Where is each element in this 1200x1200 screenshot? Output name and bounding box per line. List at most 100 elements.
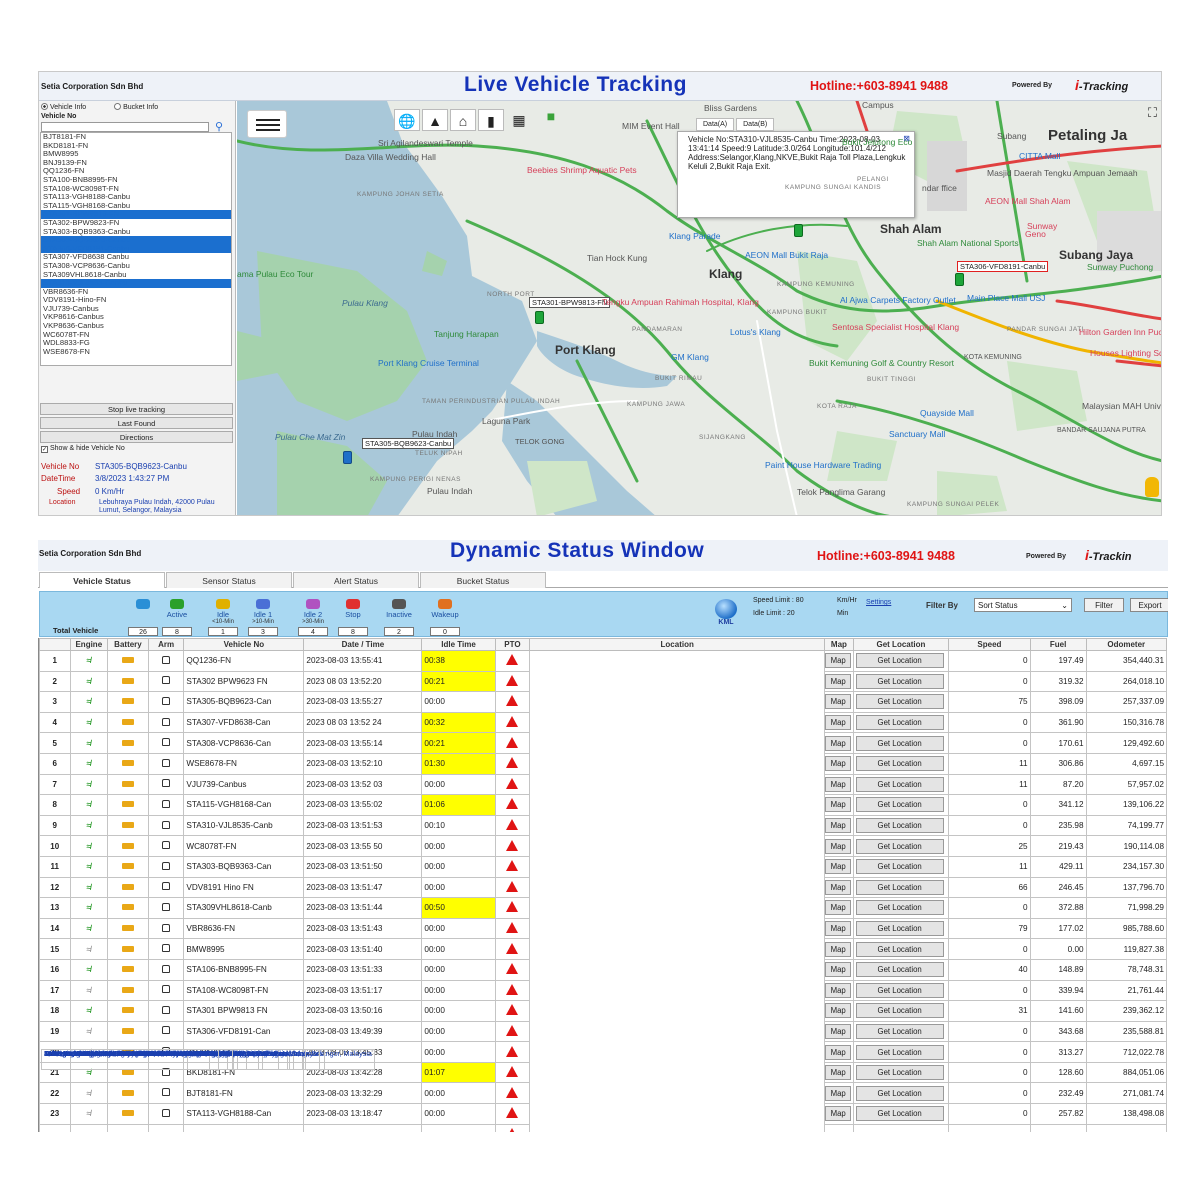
vehicle-list-item[interactable]: QQ1236-FN — [41, 167, 231, 176]
get-location-button[interactable]: Get Location — [855, 1044, 944, 1060]
get-location-button[interactable]: Get Location — [855, 1085, 944, 1101]
map-button[interactable]: Map — [825, 1003, 852, 1019]
vehicle-list-item[interactable]: STA309VHL8618-Canbu — [41, 271, 231, 280]
get-location-button[interactable]: Get Location — [855, 1003, 944, 1019]
map-button[interactable]: Map — [825, 900, 852, 916]
get-location-button[interactable]: Get Location — [855, 962, 944, 978]
stop-live-tracking-button[interactable]: Stop live tracking — [40, 403, 233, 415]
vehicle-list-item[interactable]: STA305-BQB9623-Canbu — [41, 236, 231, 245]
get-location-button[interactable]: Get Location — [855, 756, 944, 772]
vehicle-list-item[interactable]: STA307-VFD8638 Canbu — [41, 253, 231, 262]
table-row[interactable]: 3 ≉ STA305-BQB9623-Can 2023-08-03 13:55:27 0… — [39, 691, 1168, 1070]
vehicle-list-item[interactable]: STA301-BPW9813-FN — [41, 210, 231, 219]
vehicle-list-item[interactable]: VDV8191-Hino-FN — [41, 296, 231, 305]
export-button[interactable]: Export — [1130, 598, 1168, 612]
get-location-button[interactable]: Get Location — [855, 838, 944, 854]
status-stop-icon[interactable] — [346, 599, 360, 609]
map-button[interactable]: Map — [825, 776, 852, 792]
settings-link[interactable]: Settings — [866, 599, 891, 606]
vehicle-list-item[interactable]: STA308-VCP8636-Canbu — [41, 262, 231, 271]
vehicle-list-item[interactable]: STA306-VFD8191-Canbu — [41, 244, 231, 254]
status-active-icon[interactable] — [170, 599, 184, 609]
map-button[interactable]: Map — [825, 921, 852, 937]
table-row[interactable]: 23 ≉ STA113-VGH8188-Can 2023-08-03 13:18:47… — [39, 1049, 1168, 1125]
street-view-icon[interactable] — [1145, 477, 1159, 497]
get-location-button[interactable]: Get Location — [855, 982, 944, 998]
kml-button[interactable]: KML — [713, 599, 739, 629]
vehicle-list-item[interactable]: STA100-BNB8995-FN — [41, 176, 231, 185]
status-idle-icon[interactable] — [216, 599, 230, 609]
radio-vehicle-info[interactable] — [41, 103, 48, 110]
vehicle-list-item[interactable]: VJU739-Canbus — [41, 305, 231, 314]
tab-alert-status[interactable]: Alert Status — [293, 572, 419, 588]
map-button[interactable]: Map — [825, 982, 852, 998]
vehicle-list-item[interactable]: BKD8181-FN — [41, 142, 231, 151]
table-row[interactable]: 12 ≉ VDV8191 Hino FN 2023-08-03 13:51:47 00:… — [39, 876, 1168, 1070]
table-row[interactable]: 19 ≉ STA306-VFD8191-Can 2023-08-03 13:49:39… — [39, 1020, 1168, 1070]
home-icon[interactable]: ⌂ — [450, 109, 476, 131]
vehicle-list-item[interactable]: STA115-VGH8168-Canbu — [41, 202, 231, 211]
status-inactive-icon[interactable] — [392, 599, 406, 609]
filter-button[interactable]: Filter — [1084, 598, 1124, 612]
vehicle-list-item[interactable]: BNJ9139-FN — [41, 159, 231, 168]
table-row[interactable]: 17 ≉ STA108-WC8098T-FN 2023-08-03 13:51:17 0… — [39, 979, 1168, 1070]
vehicle-list-item[interactable]: STA303-BQB9363-Canbu — [41, 228, 231, 237]
vehicle-marker-sta310[interactable] — [794, 224, 803, 237]
get-location-button[interactable]: Get Location — [855, 900, 944, 916]
get-location-button[interactable]: Get Location — [855, 921, 944, 937]
map-button[interactable]: Map — [825, 756, 852, 772]
table-row[interactable]: 1 ≉ QQ1236-FN 2023-08-03 13:55:41 00:38 Selan… — [39, 650, 1168, 1070]
globe-icon[interactable]: 🌐 — [394, 109, 420, 131]
map-view[interactable]: 🌐 ▲ ⌂ ▮ ▦ ■ ⛶ Data(A) Data(B) ⊠ Vehicle N… — [237, 101, 1161, 515]
get-location-button[interactable]: Get Location — [855, 859, 944, 875]
table-row[interactable]: 7 ≉ VJU739-Canbus 2023-08-03 13:52 03 00:00 3… — [39, 773, 1168, 1070]
table-row[interactable]: 16 ≉ STA106-BNB8995-FN 2023-08-03 13:51:33 0… — [39, 958, 1168, 1070]
table-row[interactable]: 2 ≉ STA302 BPW9623 FN 2023 08 03 13:52:20 00… — [39, 670, 1168, 1070]
layers-icon[interactable]: ▦ — [506, 109, 532, 131]
get-location-button[interactable]: Get Location — [855, 715, 944, 731]
status-all-icon[interactable] — [136, 599, 150, 609]
vehicle-list-item[interactable]: BMW8995 — [41, 150, 231, 159]
map-button[interactable]: Map — [825, 879, 852, 895]
show-hide-checkbox[interactable]: ✓ — [41, 446, 48, 453]
vehicle-list[interactable]: BJT8181-FN BKD8181-FN BMW8995 BNJ9139-FN QQ1… — [40, 132, 232, 366]
map-marker-icon[interactable]: ■ — [538, 105, 564, 127]
vehicle-list-item[interactable]: STA302-BPW9823-FN — [41, 219, 231, 228]
map-button[interactable]: Map — [825, 735, 852, 751]
table-row[interactable]: 15 ≉ BMW8995 2023-08-03 13:51:40 00:00 7, Per… — [39, 938, 1168, 1070]
map-button[interactable]: Map — [825, 653, 852, 669]
vehicle-list-item[interactable]: WDL8833-FG — [41, 339, 231, 348]
vehicle-list-item[interactable]: STA108-WC8098T-FN — [41, 185, 231, 194]
get-location-button[interactable]: Get Location — [855, 776, 944, 792]
get-location-button[interactable]: Get Location — [855, 797, 944, 813]
popup-tab-data-a[interactable]: Data(A) — [696, 118, 735, 131]
vehicle-list-item[interactable]: WSE8678-FN — [41, 348, 231, 357]
table-row[interactable]: 22 ≉ BJT8181-FN 2023-08-03 13:32:29 00:00 Sel… — [39, 1049, 1168, 1105]
map-button[interactable]: Map — [825, 962, 852, 978]
get-location-button[interactable]: Get Location — [855, 1023, 944, 1039]
table-row[interactable]: 8 ≉ STA115-VGH8168-Can 2023-08-03 13:55:02 0… — [39, 794, 1168, 1070]
map-button[interactable]: Map — [825, 673, 852, 689]
last-found-button[interactable]: Last Found — [40, 417, 233, 429]
table-row[interactable]: 10 ≉ WC8078T-FN 2023-08-03 13:55 50 00:00 321… — [39, 835, 1168, 1070]
sort-status-select[interactable]: Sort Status ⌄ — [974, 598, 1072, 612]
tab-vehicle-status[interactable]: Vehicle Status — [39, 572, 165, 588]
table-row[interactable]: 4 ≉ STA307-VFD8638-Can 2023 08 03 13:52 24 0… — [39, 711, 1168, 1070]
map-button[interactable]: Map — [825, 818, 852, 834]
truck-icon[interactable]: ▮ — [478, 109, 504, 131]
map-button[interactable]: Map — [825, 1023, 852, 1039]
vehicle-list-item[interactable]: VBR8636-FN — [41, 288, 231, 297]
get-location-button[interactable]: Get Location — [855, 653, 944, 669]
status-idle-1-icon[interactable] — [256, 599, 270, 609]
vehicle-marker-sta305[interactable] — [343, 451, 352, 464]
vehicle-marker-sta301[interactable] — [535, 311, 544, 324]
map-button[interactable]: Map — [825, 694, 852, 710]
table-row[interactable]: 14-26, Jalan Saksama 25/39, Taman Sri Mu… — [39, 1049, 1168, 1132]
status-idle-2-icon[interactable] — [306, 599, 320, 609]
vehicle-no-input[interactable] — [41, 122, 209, 132]
map-button[interactable]: Map — [825, 797, 852, 813]
map-button[interactable]: Map — [825, 859, 852, 875]
map-button[interactable]: Map — [825, 1085, 852, 1101]
fullscreen-icon[interactable]: ⛶ — [1148, 105, 1157, 121]
get-location-button[interactable]: Get Location — [855, 941, 944, 957]
